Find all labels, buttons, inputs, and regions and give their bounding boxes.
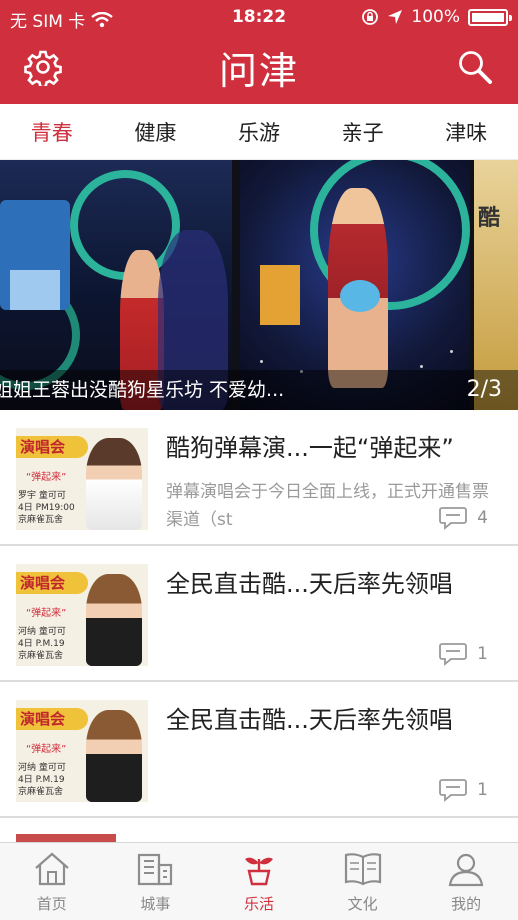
- news-title: 全民直击酷...天后率先领唱: [166, 570, 453, 598]
- news-item[interactable]: 演唱会 “弹起来” 河纳 童可可 4日 P.M.19 京麻雀瓦舍 全民直击酷..…: [0, 682, 518, 818]
- comment-icon: [439, 507, 468, 530]
- app-title: 问津: [218, 49, 299, 93]
- tabbar-culture[interactable]: 文化: [313, 843, 413, 920]
- banner-caption: 姐姐王蓉出没酷狗星乐坊 不爱幼...: [0, 379, 285, 401]
- banner-caption-bar: 姐姐王蓉出没酷狗星乐坊 不爱幼... 2/3: [0, 370, 518, 410]
- comment-icon: [439, 779, 468, 802]
- news-item-partial[interactable]: [0, 818, 518, 842]
- comment-count[interactable]: 1: [439, 642, 488, 666]
- location-arrow-icon: [388, 10, 403, 24]
- comment-icon: [439, 643, 468, 666]
- battery-icon: [468, 8, 512, 26]
- news-item[interactable]: 演唱会 “弹起来” 罗宇 童可可 4日 PM19:00 京麻雀瓦舍 酷狗弹幕演.…: [0, 410, 518, 546]
- comment-count[interactable]: 4: [439, 506, 488, 530]
- sprout-icon: [244, 857, 273, 886]
- search-button[interactable]: [456, 48, 494, 86]
- tab-leyou[interactable]: 乐游: [232, 117, 286, 147]
- banner-pager: 2/3: [466, 377, 502, 402]
- tabbar-city[interactable]: 城事: [105, 843, 205, 920]
- home-icon: [35, 852, 69, 886]
- tab-qinzi[interactable]: 亲子: [336, 117, 390, 147]
- news-thumbnail: 演唱会 “弹起来” 罗宇 童可可 4日 PM19:00 京麻雀瓦舍: [16, 428, 148, 530]
- app-header: 无 SIM 卡 18:22 100% 问津: [0, 0, 518, 104]
- battery-percent: 100%: [411, 7, 460, 27]
- news-thumbnail: 演唱会 “弹起来” 河纳 童可可 4日 P.M.19 京麻雀瓦舍: [16, 564, 148, 666]
- orientation-lock-icon: [362, 9, 379, 25]
- tabbar-home[interactable]: 首页: [2, 843, 102, 920]
- user-icon: [448, 853, 484, 887]
- news-item[interactable]: 演唱会 “弹起来” 河纳 童可可 4日 P.M.19 京麻雀瓦舍 全民直击酷..…: [0, 546, 518, 682]
- news-list: 演唱会 “弹起来” 罗宇 童可可 4日 PM19:00 京麻雀瓦舍 酷狗弹幕演.…: [0, 410, 518, 818]
- banner-carousel[interactable]: 酷 姐姐王蓉出没酷狗星乐坊 不爱幼... 2/3: [0, 160, 518, 410]
- tab-jiankang[interactable]: 健康: [128, 117, 182, 147]
- tabbar-me[interactable]: 我的: [416, 843, 516, 920]
- status-bar: 无 SIM 卡 18:22 100%: [0, 0, 518, 34]
- news-title: 全民直击酷...天后率先领唱: [166, 706, 453, 734]
- comment-count[interactable]: 1: [439, 778, 488, 802]
- tab-qingchun[interactable]: 青春: [25, 117, 79, 147]
- category-tabs: 青春 健康 乐游 亲子 津味: [0, 104, 518, 160]
- news-title: 酷狗弹幕演...一起“弹起来”: [166, 434, 454, 462]
- bottom-tab-bar: 首页 城事 乐活 文化 我的: [0, 842, 518, 920]
- book-icon: [344, 853, 381, 886]
- search-icon: [459, 51, 492, 84]
- tabbar-lehuo[interactable]: 乐活: [209, 843, 309, 920]
- city-icon: [138, 853, 173, 886]
- tab-jinwei[interactable]: 津味: [439, 117, 493, 147]
- news-thumbnail: 演唱会 “弹起来” 河纳 童可可 4日 P.M.19 京麻雀瓦舍: [16, 700, 148, 802]
